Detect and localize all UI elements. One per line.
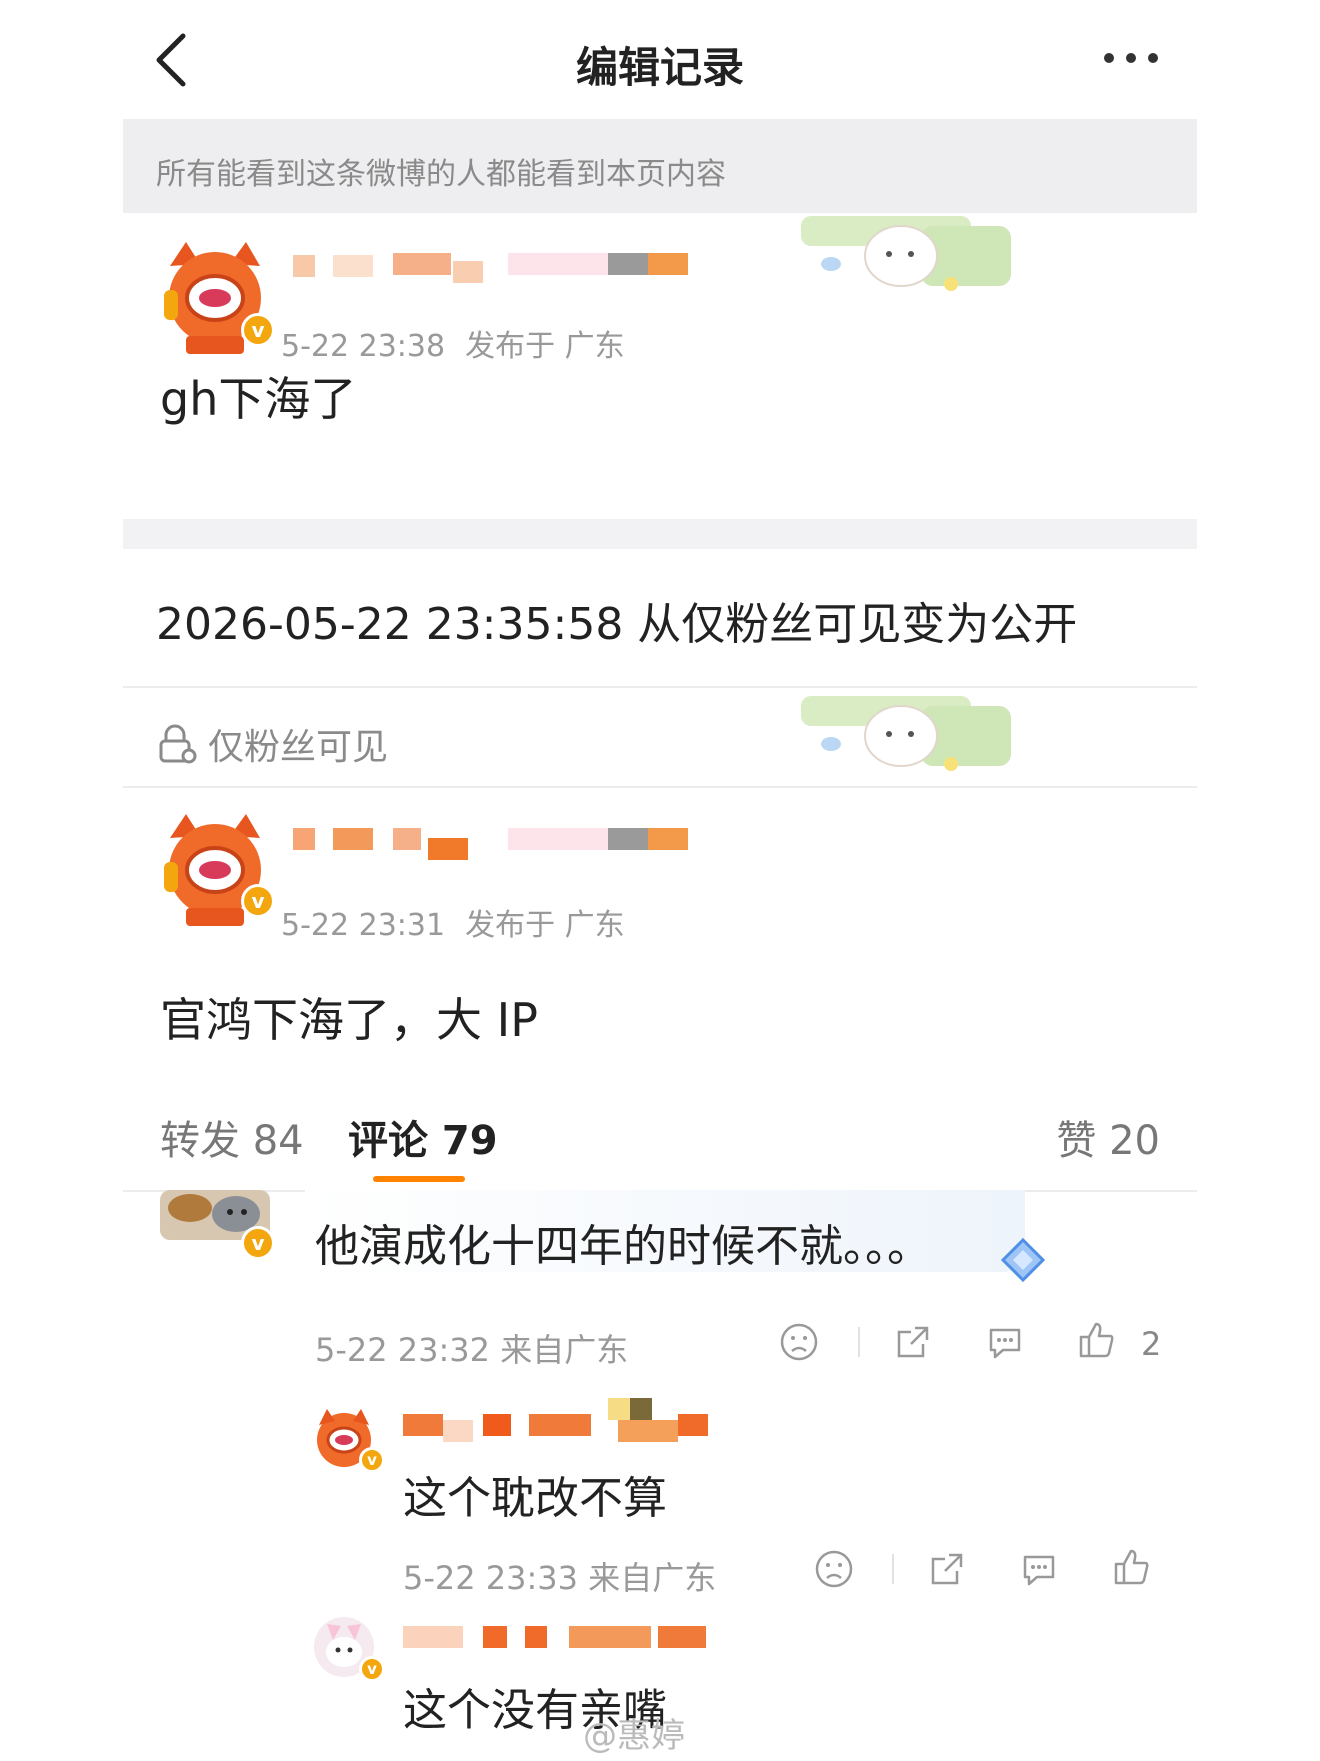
reply-meta: 5-22 23:33 来自广东 <box>403 1559 717 1597</box>
top-bar: 编辑记录 <box>123 0 1197 119</box>
action-separator <box>892 1554 894 1584</box>
visibility-text: 仅粉丝可见 <box>208 727 389 768</box>
visibility-label: 仅粉丝可见 <box>156 718 388 770</box>
verified-badge-icon: v <box>359 1656 385 1682</box>
post-location: 发布于 广东 <box>465 908 625 943</box>
verified-badge-icon: v <box>359 1447 385 1473</box>
post-location: 发布于 广东 <box>465 329 625 364</box>
app-frame: 编辑记录 所有能看到这条微博的人都能看到本页内容 v 5-22 23:38 发布… <box>123 0 1197 1761</box>
like-thumb-icon[interactable] <box>1077 1320 1117 1360</box>
post-content: 官鸿下海了，大 IP <box>160 993 538 1047</box>
divider <box>123 686 1197 688</box>
username-blurred[interactable] <box>403 1618 733 1658</box>
action-separator <box>858 1327 860 1357</box>
comment-icon[interactable] <box>985 1322 1025 1362</box>
post-current: v 5-22 23:38 发布于 广东 gh下海了 <box>123 213 1197 523</box>
visibility-notice: 所有能看到这条微博的人都能看到本页内容 <box>123 119 1197 213</box>
more-horizontal-icon[interactable] <box>1101 48 1161 68</box>
tab-comment[interactable]: 评论 79 <box>348 1108 498 1166</box>
post-meta: 5-22 23:31 发布于 广东 <box>281 900 625 944</box>
edit-record-text: 2026-05-22 23:35:58 从仅粉丝可见变为公开 <box>156 599 1078 650</box>
notice-text: 所有能看到这条微博的人都能看到本页内容 <box>156 157 726 192</box>
lock-people-icon <box>159 724 197 764</box>
tab-like[interactable]: 赞 20 <box>1056 1108 1160 1166</box>
verified-badge-icon: v <box>241 1226 275 1260</box>
page-title: 编辑记录 <box>575 43 744 92</box>
comment-content: 他演成化十四年的时候不就。。。 <box>315 1221 931 1272</box>
verified-badge-icon: v <box>241 313 275 347</box>
interaction-tabs: 转发 84 评论 79 赞 20 <box>123 1100 1197 1190</box>
dislike-face-icon[interactable] <box>779 1322 819 1362</box>
diamond-badge-icon <box>1000 1237 1046 1283</box>
comment-icon[interactable] <box>1019 1549 1059 1589</box>
section-divider <box>123 519 1197 549</box>
tab-repost[interactable]: 转发 84 <box>160 1108 304 1166</box>
username-blurred[interactable] <box>293 820 688 860</box>
post-time: 5-22 23:38 <box>281 329 446 364</box>
share-icon[interactable] <box>927 1549 967 1589</box>
card-decoration-sticker <box>801 696 1011 771</box>
post-time: 5-22 23:31 <box>281 908 446 943</box>
active-tab-indicator <box>373 1176 465 1182</box>
watermark: @惠婷 <box>583 1716 685 1756</box>
share-icon[interactable] <box>893 1322 933 1362</box>
username-blurred[interactable] <box>403 1398 733 1442</box>
verified-badge-icon: v <box>241 884 275 918</box>
comment-meta: 5-22 23:32 来自广东 <box>315 1331 629 1369</box>
post-meta: 5-22 23:38 发布于 广东 <box>281 321 625 365</box>
like-count: 2 <box>1141 1325 1162 1363</box>
card-decoration-sticker <box>801 216 1011 291</box>
dislike-face-icon[interactable] <box>814 1549 854 1589</box>
username-blurred[interactable] <box>293 245 688 285</box>
like-thumb-icon[interactable] <box>1112 1547 1152 1587</box>
post-previous: v 5-22 23:31 发布于 广东 官鸿下海了，大 IP <box>123 786 1197 1096</box>
post-content: gh下海了 <box>160 372 357 426</box>
reply-content: 这个耽改不算 <box>403 1473 667 1524</box>
